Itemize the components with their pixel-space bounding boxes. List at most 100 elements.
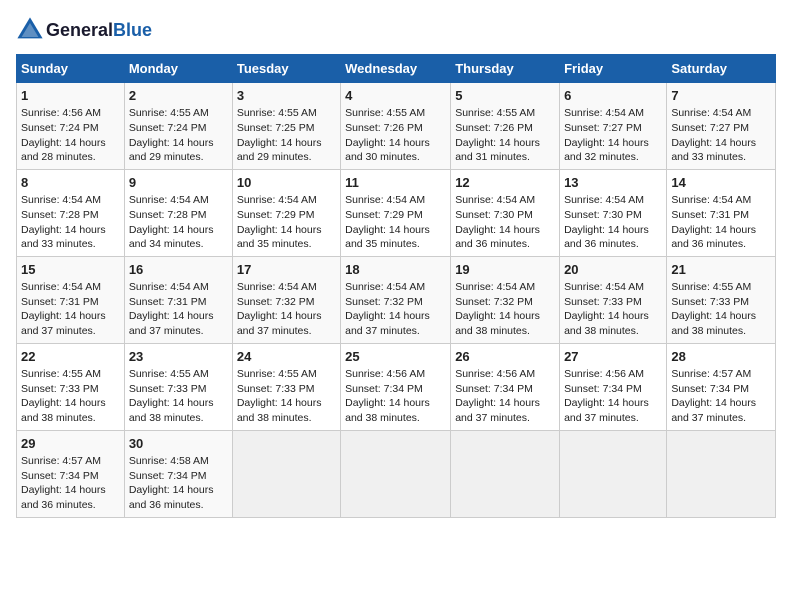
day-number: 7 — [671, 87, 771, 105]
calendar-cell: 3Sunrise: 4:55 AMSunset: 7:25 PMDaylight… — [232, 83, 340, 170]
cell-line: Sunset: 7:26 PM — [455, 121, 555, 136]
cell-line: Daylight: 14 hours — [671, 396, 771, 411]
cell-line: Sunset: 7:27 PM — [671, 121, 771, 136]
calendar-row: 8Sunrise: 4:54 AMSunset: 7:28 PMDaylight… — [17, 169, 776, 256]
cell-line: Sunrise: 4:54 AM — [671, 193, 771, 208]
cell-line: and 36 minutes. — [21, 498, 120, 513]
cell-line: Sunrise: 4:55 AM — [345, 106, 446, 121]
cell-line: Sunset: 7:31 PM — [129, 295, 228, 310]
calendar-row: 1Sunrise: 4:56 AMSunset: 7:24 PMDaylight… — [17, 83, 776, 170]
day-number: 11 — [345, 174, 446, 192]
day-number: 20 — [564, 261, 662, 279]
weekday-header: Monday — [124, 55, 232, 83]
day-number: 24 — [237, 348, 336, 366]
cell-line: and 33 minutes. — [21, 237, 120, 252]
cell-line: Daylight: 14 hours — [129, 223, 228, 238]
calendar-cell: 21Sunrise: 4:55 AMSunset: 7:33 PMDayligh… — [667, 256, 776, 343]
cell-line: Sunrise: 4:57 AM — [21, 454, 120, 469]
cell-line: Sunrise: 4:54 AM — [564, 106, 662, 121]
cell-line: Daylight: 14 hours — [671, 136, 771, 151]
cell-line: Sunrise: 4:54 AM — [455, 280, 555, 295]
day-number: 6 — [564, 87, 662, 105]
weekday-header: Wednesday — [341, 55, 451, 83]
cell-line: and 37 minutes. — [455, 411, 555, 426]
weekday-header: Thursday — [451, 55, 560, 83]
page-header: GeneralBlue — [16, 16, 776, 44]
cell-line: Sunset: 7:24 PM — [21, 121, 120, 136]
cell-line: Sunset: 7:25 PM — [237, 121, 336, 136]
cell-line: Daylight: 14 hours — [671, 223, 771, 238]
cell-line: Daylight: 14 hours — [455, 136, 555, 151]
cell-line: and 31 minutes. — [455, 150, 555, 165]
day-number: 19 — [455, 261, 555, 279]
day-number: 23 — [129, 348, 228, 366]
cell-line: and 37 minutes. — [671, 411, 771, 426]
day-number: 1 — [21, 87, 120, 105]
cell-line: Sunset: 7:29 PM — [345, 208, 446, 223]
cell-line: Daylight: 14 hours — [345, 223, 446, 238]
day-number: 27 — [564, 348, 662, 366]
day-number: 22 — [21, 348, 120, 366]
day-number: 28 — [671, 348, 771, 366]
cell-line: and 29 minutes. — [129, 150, 228, 165]
day-number: 2 — [129, 87, 228, 105]
calendar-cell — [232, 430, 340, 517]
cell-line: Daylight: 14 hours — [21, 309, 120, 324]
cell-line: and 38 minutes. — [21, 411, 120, 426]
cell-line: Sunset: 7:29 PM — [237, 208, 336, 223]
cell-line: Daylight: 14 hours — [21, 483, 120, 498]
cell-line: Sunset: 7:34 PM — [671, 382, 771, 397]
calendar-cell: 4Sunrise: 4:55 AMSunset: 7:26 PMDaylight… — [341, 83, 451, 170]
cell-line: Daylight: 14 hours — [345, 396, 446, 411]
cell-line: Sunset: 7:24 PM — [129, 121, 228, 136]
cell-line: and 36 minutes. — [129, 498, 228, 513]
cell-line: Sunrise: 4:55 AM — [129, 106, 228, 121]
cell-line: Sunrise: 4:54 AM — [237, 280, 336, 295]
day-number: 18 — [345, 261, 446, 279]
cell-line: and 37 minutes. — [129, 324, 228, 339]
cell-line: and 37 minutes. — [564, 411, 662, 426]
day-number: 12 — [455, 174, 555, 192]
cell-line: Daylight: 14 hours — [237, 396, 336, 411]
cell-line: Sunrise: 4:56 AM — [455, 367, 555, 382]
cell-line: Sunset: 7:28 PM — [129, 208, 228, 223]
cell-line: and 38 minutes. — [455, 324, 555, 339]
cell-line: and 28 minutes. — [21, 150, 120, 165]
calendar-cell: 1Sunrise: 4:56 AMSunset: 7:24 PMDaylight… — [17, 83, 125, 170]
day-number: 10 — [237, 174, 336, 192]
day-number: 9 — [129, 174, 228, 192]
cell-line: Sunrise: 4:54 AM — [455, 193, 555, 208]
weekday-header: Saturday — [667, 55, 776, 83]
calendar-cell: 17Sunrise: 4:54 AMSunset: 7:32 PMDayligh… — [232, 256, 340, 343]
day-number: 4 — [345, 87, 446, 105]
cell-line: Sunset: 7:26 PM — [345, 121, 446, 136]
cell-line: Daylight: 14 hours — [129, 396, 228, 411]
calendar-cell: 28Sunrise: 4:57 AMSunset: 7:34 PMDayligh… — [667, 343, 776, 430]
calendar-row: 29Sunrise: 4:57 AMSunset: 7:34 PMDayligh… — [17, 430, 776, 517]
cell-line: and 37 minutes. — [21, 324, 120, 339]
cell-line: Sunset: 7:33 PM — [671, 295, 771, 310]
cell-line: Daylight: 14 hours — [564, 136, 662, 151]
cell-line: Sunset: 7:31 PM — [671, 208, 771, 223]
cell-line: Daylight: 14 hours — [455, 223, 555, 238]
cell-line: Daylight: 14 hours — [671, 309, 771, 324]
day-number: 16 — [129, 261, 228, 279]
cell-line: and 30 minutes. — [345, 150, 446, 165]
day-number: 26 — [455, 348, 555, 366]
calendar-row: 22Sunrise: 4:55 AMSunset: 7:33 PMDayligh… — [17, 343, 776, 430]
cell-line: Sunrise: 4:54 AM — [671, 106, 771, 121]
day-number: 14 — [671, 174, 771, 192]
calendar-cell: 19Sunrise: 4:54 AMSunset: 7:32 PMDayligh… — [451, 256, 560, 343]
cell-line: and 35 minutes. — [345, 237, 446, 252]
cell-line: Sunrise: 4:54 AM — [21, 193, 120, 208]
day-number: 8 — [21, 174, 120, 192]
cell-line: and 38 minutes. — [564, 324, 662, 339]
calendar-cell: 23Sunrise: 4:55 AMSunset: 7:33 PMDayligh… — [124, 343, 232, 430]
cell-line: Daylight: 14 hours — [455, 396, 555, 411]
cell-line: Sunset: 7:32 PM — [455, 295, 555, 310]
calendar-cell: 13Sunrise: 4:54 AMSunset: 7:30 PMDayligh… — [560, 169, 667, 256]
weekday-header: Friday — [560, 55, 667, 83]
cell-line: Sunset: 7:33 PM — [129, 382, 228, 397]
day-number: 25 — [345, 348, 446, 366]
cell-line: Daylight: 14 hours — [21, 136, 120, 151]
